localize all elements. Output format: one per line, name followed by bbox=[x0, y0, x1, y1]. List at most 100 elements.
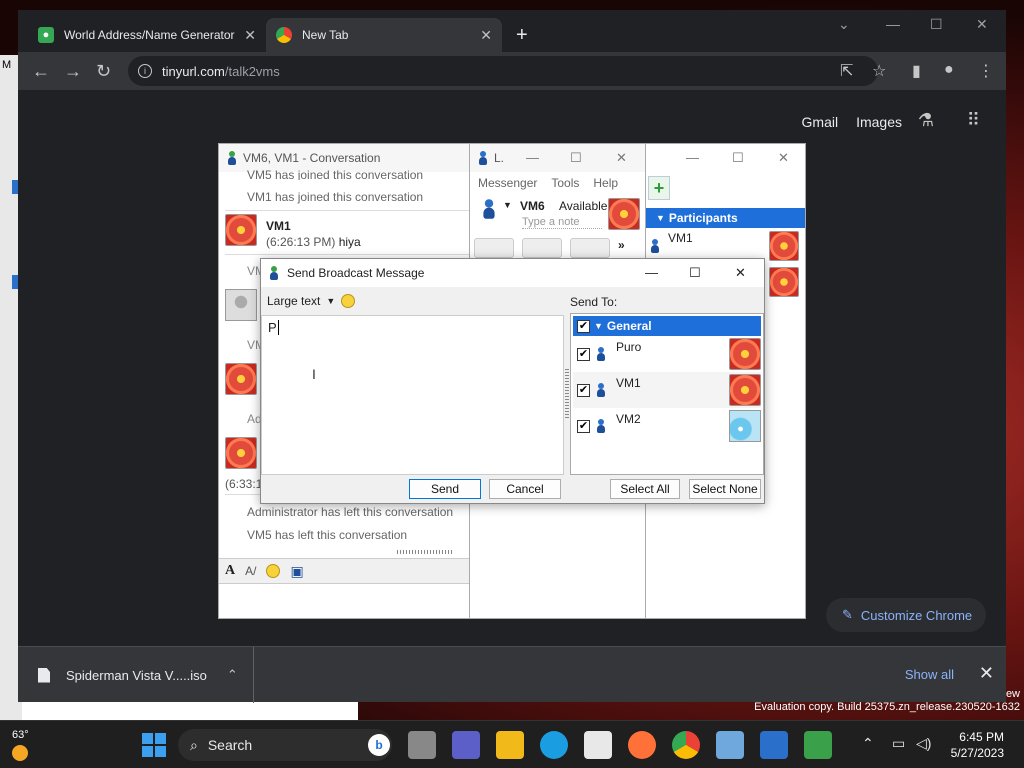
recipient-avatar bbox=[729, 338, 761, 370]
recipient-checkbox[interactable]: ✔ bbox=[577, 419, 590, 433]
messenger-buddy-icon bbox=[227, 151, 237, 165]
firefox-icon[interactable] bbox=[628, 731, 656, 759]
edge-icon[interactable] bbox=[540, 731, 568, 759]
file-explorer-icon[interactable] bbox=[496, 731, 524, 759]
select-all-button[interactable]: Select All bbox=[610, 479, 680, 499]
download-item[interactable]: Spiderman Vista V.....iso ⌃ bbox=[18, 647, 254, 703]
status-buddy-icon[interactable] bbox=[482, 199, 496, 219]
show-all-downloads-link[interactable]: Show all bbox=[905, 667, 954, 682]
messenger-taskbar-icon[interactable] bbox=[804, 731, 832, 759]
broadcast-title: Send Broadcast Message bbox=[287, 266, 425, 280]
status-dropdown-icon[interactable]: ▼ bbox=[503, 200, 512, 210]
recipient-row[interactable]: ✔ VM2 bbox=[573, 408, 761, 444]
menu-tools[interactable]: Tools bbox=[551, 176, 579, 190]
labs-flask-icon[interactable]: ⚗ bbox=[918, 110, 934, 131]
maximize-icon[interactable]: ☐ bbox=[732, 150, 744, 166]
menu-kebab-icon[interactable]: ⋮ bbox=[978, 61, 994, 81]
recipient-name: Puro bbox=[616, 340, 642, 354]
participant-name: VM1 bbox=[668, 231, 693, 245]
minimize-icon[interactable]: — bbox=[645, 265, 658, 280]
apps-grid-icon[interactable]: ⠿ bbox=[967, 110, 980, 131]
add-participant-button[interactable]: + bbox=[648, 176, 670, 200]
customize-label: Customize Chrome bbox=[860, 607, 973, 623]
tab-new-tab[interactable]: New Tab ✕ bbox=[266, 18, 502, 52]
network-icon[interactable]: ▭ bbox=[892, 735, 905, 752]
customize-chrome-button[interactable]: ✎ Customize Chrome bbox=[826, 598, 986, 632]
conversation-title: VM6, VM1 - Conversation bbox=[243, 151, 381, 165]
close-download-bar-icon[interactable]: ✕ bbox=[979, 663, 994, 684]
resize-grip[interactable] bbox=[397, 550, 453, 554]
chat-icon[interactable] bbox=[452, 731, 480, 759]
font-color-icon[interactable]: A/ bbox=[245, 564, 256, 578]
minimize-icon[interactable]: — bbox=[886, 16, 900, 32]
start-button[interactable] bbox=[142, 733, 166, 757]
task-view-icon[interactable] bbox=[408, 731, 436, 759]
gmail-link[interactable]: Gmail bbox=[802, 114, 839, 130]
taskbar-search[interactable]: ⌕ Search b bbox=[178, 729, 392, 761]
close-tab-icon[interactable]: ✕ bbox=[480, 27, 492, 44]
app-window-icon[interactable] bbox=[760, 731, 788, 759]
volume-icon[interactable]: ◁) bbox=[916, 735, 931, 752]
forward-icon[interactable]: → bbox=[64, 61, 82, 82]
pane-splitter[interactable] bbox=[565, 369, 569, 419]
close-icon[interactable]: ✕ bbox=[616, 150, 627, 166]
bookmark-star-icon[interactable]: ☆ bbox=[872, 61, 886, 81]
maximize-icon[interactable]: ☐ bbox=[930, 16, 943, 33]
personal-note-input[interactable]: Type a note bbox=[522, 216, 602, 229]
back-icon[interactable]: ← bbox=[32, 61, 50, 82]
close-icon[interactable]: ✕ bbox=[778, 150, 789, 166]
feed-tool-button[interactable] bbox=[570, 238, 610, 258]
phone-tool-button[interactable] bbox=[522, 238, 562, 258]
recipient-row[interactable]: ✔ Puro bbox=[573, 336, 761, 372]
recipient-checkbox[interactable]: ✔ bbox=[577, 347, 590, 361]
profile-icon[interactable]: ● bbox=[944, 61, 954, 79]
send-button[interactable]: Send bbox=[409, 479, 481, 499]
menu-help[interactable]: Help bbox=[593, 176, 618, 190]
message-body: (6:26:13 PM) hiya bbox=[266, 235, 361, 249]
temperature: 63° bbox=[12, 729, 29, 741]
images-link[interactable]: Images bbox=[856, 114, 902, 130]
close-tab-icon[interactable]: ✕ bbox=[244, 27, 256, 44]
clock[interactable]: 6:45 PM 5/27/2023 bbox=[951, 729, 1004, 761]
taskbar: 63° ⌕ Search b ⌃ ▭ ◁) 6:45 PM 5/27/2023 bbox=[0, 720, 1024, 768]
recipient-row[interactable]: ✔ VM1 bbox=[573, 372, 761, 408]
font-size-select[interactable]: Large text ▼ bbox=[267, 294, 356, 308]
tab-address-generator[interactable]: ● World Address/Name Generator ✕ bbox=[28, 18, 266, 52]
chevron-up-icon[interactable]: ⌃ bbox=[862, 735, 874, 752]
group-checkbox[interactable]: ✔ bbox=[577, 319, 590, 333]
profile-avatar[interactable] bbox=[608, 198, 640, 230]
broadcast-message-input[interactable]: P I bbox=[261, 315, 564, 475]
font-icon[interactable]: A bbox=[225, 563, 235, 579]
select-none-button[interactable]: Select None bbox=[689, 479, 761, 499]
save-icon[interactable]: ▣ bbox=[290, 563, 303, 580]
emoticon-icon[interactable] bbox=[341, 294, 356, 308]
chevron-up-icon[interactable]: ⌃ bbox=[227, 667, 238, 683]
close-icon[interactable]: ✕ bbox=[735, 265, 746, 281]
contacts-tool-button[interactable] bbox=[474, 238, 514, 258]
chrome-taskbar-icon[interactable] bbox=[672, 731, 700, 759]
address-bar[interactable]: i tinyurl.com/talk2vms bbox=[128, 56, 878, 86]
emoticon-icon[interactable] bbox=[266, 564, 281, 578]
profile-status[interactable]: Available bbox=[559, 199, 607, 213]
group-general[interactable]: ✔ ▼ General bbox=[573, 316, 761, 336]
weather-widget[interactable]: 63° bbox=[12, 729, 29, 761]
share-icon[interactable]: ⇱ bbox=[840, 61, 853, 81]
recipient-checkbox[interactable]: ✔ bbox=[577, 383, 590, 397]
minimize-icon[interactable]: — bbox=[526, 150, 539, 165]
more-tools-icon[interactable]: » bbox=[618, 238, 632, 258]
tab-search-icon[interactable]: ⌄ bbox=[838, 16, 850, 33]
minimize-icon[interactable]: — bbox=[686, 150, 699, 165]
cancel-button[interactable]: Cancel bbox=[489, 479, 561, 499]
remote-desktop-icon[interactable] bbox=[716, 731, 744, 759]
store-icon[interactable] bbox=[584, 731, 612, 759]
side-panel-icon[interactable]: ▮ bbox=[912, 61, 921, 81]
new-tab-button[interactable]: + bbox=[516, 24, 528, 47]
participants-header[interactable]: ▼ Participants bbox=[646, 208, 805, 228]
reload-icon[interactable]: ↻ bbox=[96, 61, 111, 82]
recipient-name: VM2 bbox=[616, 412, 641, 426]
menu-messenger[interactable]: Messenger bbox=[478, 176, 537, 190]
site-info-icon[interactable]: i bbox=[138, 64, 152, 78]
close-window-icon[interactable]: ✕ bbox=[976, 16, 988, 33]
maximize-icon[interactable]: ☐ bbox=[689, 265, 701, 281]
maximize-icon[interactable]: ☐ bbox=[570, 150, 582, 166]
